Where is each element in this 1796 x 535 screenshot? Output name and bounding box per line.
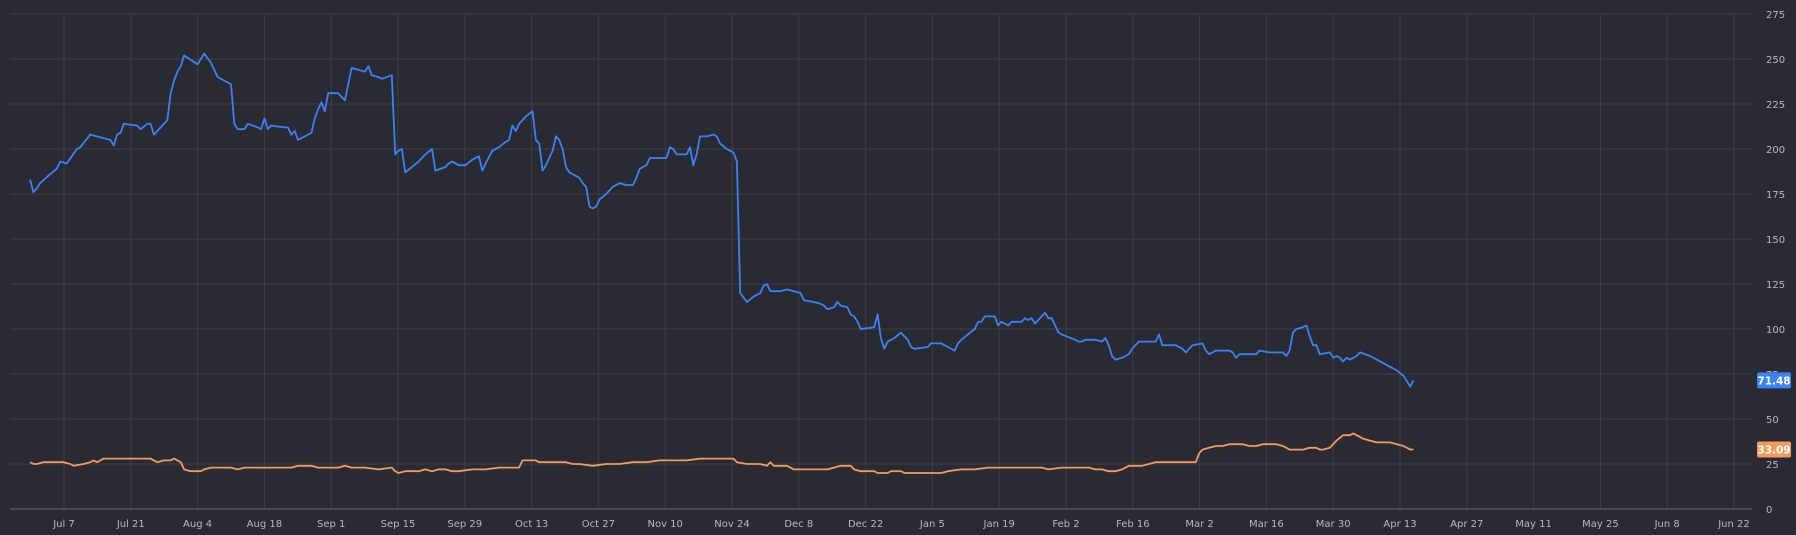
x-tick-label: Mar 16: [1249, 519, 1284, 530]
x-tick-label: Nov 24: [714, 519, 749, 530]
series-line-2: [29, 432, 1414, 474]
y-tick-label: 250: [1766, 55, 1785, 66]
y-tick-label: 275: [1766, 10, 1785, 21]
x-tick-label: Feb 16: [1116, 519, 1150, 530]
x-tick-label: Aug 4: [183, 519, 212, 530]
x-tick-label: Dec 22: [848, 519, 883, 530]
y-tick-label: 225: [1766, 100, 1785, 111]
x-tick-label: Oct 27: [582, 519, 615, 530]
y-tick-label: 25: [1766, 460, 1779, 471]
x-tick-label: Sep 15: [381, 519, 416, 530]
x-tick-label: Apr 13: [1383, 519, 1416, 530]
y-tick-label: 100: [1766, 325, 1785, 336]
x-tick-label: Jun 8: [1654, 519, 1680, 530]
x-tick-label: Jun 22: [1717, 519, 1750, 530]
y-axis-tick-labels: 0255075100125150175200225250275: [1766, 10, 1785, 516]
x-tick-label: Jul 7: [52, 519, 75, 530]
y-tick-label: 125: [1766, 280, 1785, 291]
x-tick-label: Feb 2: [1052, 519, 1079, 530]
y-tick-label: 150: [1766, 235, 1785, 246]
x-tick-label: May 11: [1515, 519, 1552, 530]
x-tick-label: Mar 30: [1316, 519, 1351, 530]
last-value-label-2: 33.09: [1757, 444, 1790, 456]
x-tick-label: Dec 8: [784, 519, 813, 530]
x-tick-label: Nov 10: [647, 519, 682, 530]
x-tick-label: May 25: [1582, 519, 1619, 530]
line-chart: 0255075100125150175200225250275 Jul 7Jul…: [10, 10, 1791, 530]
horizontal-grid: [10, 13, 1752, 465]
y-tick-label: 0: [1766, 505, 1772, 516]
y-tick-label: 200: [1766, 145, 1785, 156]
x-tick-label: Mar 2: [1185, 519, 1213, 530]
x-axis-tick-labels: Jul 7 Jul 21 Aug 4 Aug 18 Sep 1 Sep 15 Sep 29 O…: [52, 519, 1750, 530]
y-tick-label: 175: [1766, 190, 1785, 201]
x-tick-label: Jul 21: [116, 519, 145, 530]
x-tick-label: Oct 13: [515, 519, 548, 530]
series-lines: [29, 52, 1415, 474]
x-tick-label: Jan 5: [919, 519, 945, 530]
last-value-label-1: 71.48: [1757, 375, 1790, 387]
x-tick-label: Aug 18: [247, 519, 282, 530]
x-tick-label: Apr 27: [1450, 519, 1483, 530]
x-tick-label: Sep 29: [447, 519, 482, 530]
x-tick-label: Sep 1: [317, 519, 345, 530]
vertical-grid: [63, 14, 1735, 509]
y-tick-label: 50: [1766, 415, 1779, 426]
x-tick-label: Jan 19: [983, 519, 1015, 530]
